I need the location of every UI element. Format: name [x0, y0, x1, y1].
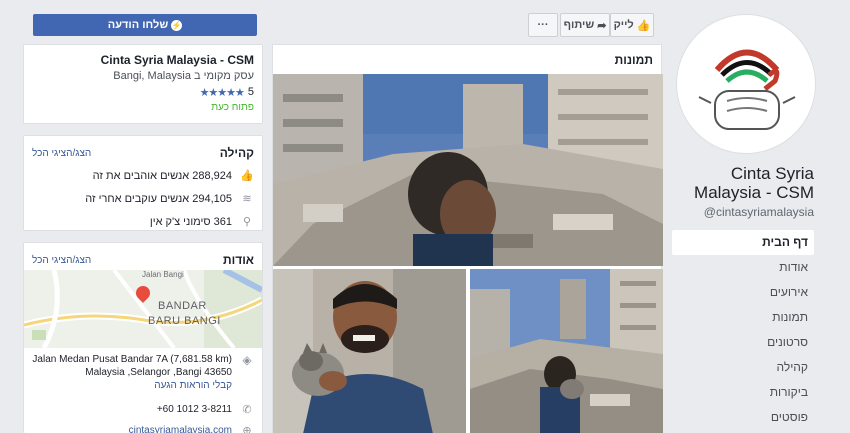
nav-item-videos[interactable]: סרטונים [672, 330, 814, 355]
like-button[interactable]: 👍 לייק [610, 13, 654, 37]
about-card: הצג/הציגי הכל אודות Jalan Bangi BANDAR B… [23, 242, 263, 433]
nav-item-reviews[interactable]: ביקורות [672, 380, 814, 405]
address-line-2: Malaysia ,Selangor ,Bangi 43650 [85, 367, 232, 378]
community-card: הצג/הציגי הכל קהילה 288,924 אנשים אוהבים… [23, 135, 263, 231]
phone-row: +60 1012 3-8211 ✆ [24, 398, 262, 421]
thumbs-up-icon: 👍 [240, 170, 254, 182]
about-see-all-link[interactable]: הצג/הציגי הכל [32, 255, 91, 266]
likes-row: 288,924 אנשים אוהבים את זה 👍 [24, 164, 262, 187]
location-map[interactable]: Jalan Bangi BANDAR BARU BANGI [24, 270, 262, 348]
nav-item-posts[interactable]: פוסטים [672, 405, 814, 430]
directions-link[interactable]: קבלי הוראות הגעה [32, 379, 232, 392]
photo-bottom-right[interactable] [470, 269, 663, 433]
map-street-label: Jalan Bangi [142, 270, 184, 279]
more-button[interactable]: ··· [528, 13, 558, 37]
page-sidebar: Cinta Syria Malaysia - CSM @cintasyriama… [666, 0, 850, 433]
address-line-1: Jalan Medan Pusat Bandar 7A (7,681.58 km… [32, 354, 232, 365]
community-title[interactable]: קהילה [220, 146, 254, 160]
location-pin-icon: ⚲ [242, 216, 252, 228]
rss-icon: ≋ [242, 193, 252, 205]
send-message-button[interactable]: ⚡ שלחו הודעה [33, 14, 257, 36]
info-page-title[interactable]: Cinta Syria Malaysia - CSM [24, 45, 262, 67]
photos-panel: תמונות [272, 44, 663, 433]
messenger-icon: ⚡ [171, 19, 183, 31]
checkins-row: 361 סימוני צ'ק אין ⚲ [24, 210, 262, 233]
globe-icon: ⊕ [242, 425, 252, 433]
nav-item-home[interactable]: דף הבית [672, 230, 814, 255]
website-row: cintasyriamalaysia.com ⊕ [24, 419, 262, 433]
map-label-bandar: BANDAR [158, 300, 207, 312]
phone-icon: ✆ [242, 404, 252, 416]
community-see-all-link[interactable]: הצג/הציגי הכל [32, 148, 91, 159]
nav-item-community[interactable]: קהילה [672, 355, 814, 380]
page-nav: דף הבית אודות אירועים תמונות סרטונים קהי… [672, 230, 814, 430]
open-status: פתוח כעת [211, 102, 254, 113]
follows-row: 294,105 אנשים עוקבים אחרי זה ≋ [24, 187, 262, 210]
photo-bottom-left[interactable] [273, 269, 466, 433]
rating-row[interactable]: ★★★★★ 5 [24, 82, 262, 99]
info-category: עסק מקומי ב Bangi, Malaysia [113, 70, 254, 82]
page-name: Cinta Syria Malaysia - CSM [694, 164, 814, 202]
page-info-card: Cinta Syria Malaysia - CSM עסק מקומי ב B… [23, 44, 263, 124]
map-label-baru-bangi: BARU BANGI [148, 315, 221, 327]
share-button[interactable]: ➦ שיתוף [560, 13, 610, 37]
rating-stars-icon: ★★★★★ [199, 87, 245, 99]
photos-title[interactable]: תמונות [273, 45, 661, 74]
checkins-count[interactable]: 361 סימוני צ'ק אין [150, 216, 232, 228]
follows-count[interactable]: 294,105 אנשים עוקבים אחרי זה [85, 193, 232, 205]
phone-number[interactable]: +60 1012 3-8211 [157, 404, 232, 415]
address-block: Jalan Medan Pusat Bandar 7A (7,681.58 km… [30, 353, 254, 392]
rating-value: 5 [247, 86, 254, 98]
website-link[interactable]: cintasyriamalaysia.com [129, 425, 232, 433]
diamond-directions-icon: ◈ [242, 353, 252, 367]
csm-logo-icon [698, 49, 796, 130]
nav-item-events[interactable]: אירועים [672, 280, 814, 305]
page-avatar[interactable] [676, 14, 816, 154]
about-title[interactable]: אודות [223, 253, 254, 267]
thumbs-up-icon: 👍 [636, 19, 651, 32]
nav-item-photos[interactable]: תמונות [672, 305, 814, 330]
share-arrow-icon: ➦ [597, 19, 607, 32]
nav-item-about[interactable]: אודות [672, 255, 814, 280]
likes-count[interactable]: 288,924 אנשים אוהבים את זה [93, 170, 232, 182]
photo-large[interactable] [273, 74, 663, 266]
page-handle[interactable]: @cintasyriamalaysia [664, 205, 814, 219]
